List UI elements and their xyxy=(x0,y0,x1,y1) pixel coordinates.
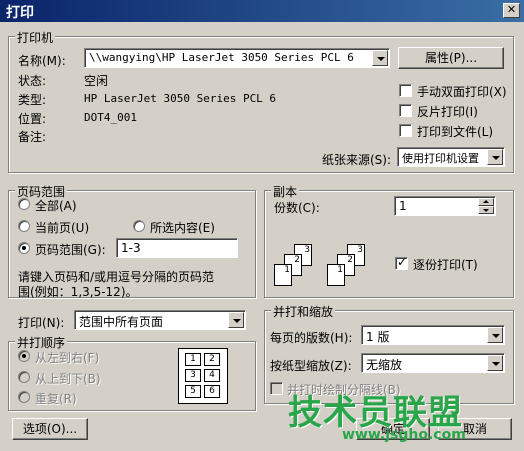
reverse-print-checkbox[interactable] xyxy=(399,104,412,117)
copies-count-input[interactable]: 1 xyxy=(394,196,496,216)
collate-page-1a: 1 xyxy=(274,264,292,286)
radio-top-to-bottom-label[interactable]: 从上到下(B) xyxy=(35,370,101,387)
copies-count-label: 份数(C): xyxy=(274,201,320,215)
status-value: 空闲 xyxy=(84,74,109,88)
chevron-down-icon[interactable] xyxy=(487,327,503,343)
type-value: HP LaserJet 3050 Series PCL 6 xyxy=(84,92,277,105)
radio-repeat-label[interactable]: 重复(R) xyxy=(35,390,77,407)
pages-input[interactable]: 1-3 xyxy=(116,238,238,258)
radio-left-to-right[interactable] xyxy=(18,350,30,362)
paper-source-value: 使用打印机设置 xyxy=(402,152,479,165)
preview-cell-6: 6 xyxy=(204,385,220,398)
print-what-label: 打印(N): xyxy=(18,316,65,330)
collate-checkbox[interactable] xyxy=(395,255,408,270)
location-label: 位置: xyxy=(18,112,47,126)
radio-current-page-label[interactable]: 当前页(U) xyxy=(35,219,89,236)
radio-repeat[interactable] xyxy=(18,391,30,403)
manual-duplex-checkbox[interactable] xyxy=(399,84,412,97)
pages-per-sheet-label: 每页的版数(H): xyxy=(270,331,353,345)
pages-input-value: 1-3 xyxy=(121,241,141,255)
printer-group-label: 打印机 xyxy=(15,29,56,46)
scale-value: 无缩放 xyxy=(366,358,403,372)
radio-top-to-bottom[interactable] xyxy=(18,371,30,383)
radio-left-to-right-label[interactable]: 从左到右(F) xyxy=(35,349,99,366)
scale-select[interactable]: 无缩放 xyxy=(361,353,505,373)
paper-source-label: 纸张来源(S): xyxy=(322,153,392,167)
spin-up-icon[interactable] xyxy=(478,198,494,206)
print-order-preview: 1 2 3 4 5 6 xyxy=(178,348,228,404)
radio-pages[interactable] xyxy=(18,242,30,254)
collate-page-1b: 1 xyxy=(327,264,345,286)
radio-all[interactable] xyxy=(18,198,30,210)
radio-all-label[interactable]: 全部(A) xyxy=(35,197,77,214)
reverse-print-label[interactable]: 反片打印(I) xyxy=(417,103,478,120)
chevron-down-icon[interactable] xyxy=(372,50,388,66)
watermark-url: www.jsgho.com xyxy=(342,427,466,443)
status-label: 状态: xyxy=(18,74,47,88)
pages-per-sheet-value: 1 版 xyxy=(366,330,390,344)
location-value: DOT4_001 xyxy=(84,111,137,124)
properties-button[interactable]: 属性(P)... xyxy=(398,47,504,69)
print-to-file-label[interactable]: 打印到文件(L) xyxy=(417,123,493,140)
chevron-down-icon[interactable] xyxy=(228,312,244,328)
window-title: 打印 xyxy=(6,5,34,21)
close-icon: ✕ xyxy=(506,3,517,16)
print-what-select[interactable]: 范围中所有页面 xyxy=(74,310,246,330)
preview-cell-2: 2 xyxy=(204,353,220,366)
manual-duplex-label[interactable]: 手动双面打印(X) xyxy=(417,83,507,100)
title-bar: 打印 ✕ xyxy=(0,0,524,22)
comment-label: 备注: xyxy=(18,130,47,144)
preview-cell-4: 4 xyxy=(204,369,220,382)
print-to-file-checkbox[interactable] xyxy=(399,124,412,137)
page-range-hint-line2: 围(例如：1,3,5-12)。 xyxy=(18,285,138,299)
printer-name-label: 名称(M): xyxy=(18,54,66,68)
collate-label[interactable]: 逐份打印(T) xyxy=(413,256,478,273)
print-what-value: 范围中所有页面 xyxy=(79,315,164,329)
spin-down-icon[interactable] xyxy=(478,206,494,214)
radio-selection[interactable] xyxy=(133,220,145,232)
printer-name-select[interactable]: \\wangying\HP LaserJet 3050 Series PCL 6 xyxy=(84,48,390,68)
pages-per-sheet-select[interactable]: 1 版 xyxy=(361,325,505,345)
preview-cell-5: 5 xyxy=(185,385,201,398)
radio-pages-label[interactable]: 页码范围(G): xyxy=(35,241,106,258)
draw-borders-checkbox[interactable] xyxy=(270,382,283,395)
zoom-group-label: 并打和缩放 xyxy=(271,303,336,320)
paper-source-select[interactable]: 使用打印机设置 xyxy=(397,147,505,167)
copies-group-label: 副本 xyxy=(271,183,300,200)
chevron-down-icon[interactable] xyxy=(487,355,503,371)
radio-selection-label[interactable]: 所选内容(E) xyxy=(150,219,215,236)
type-label: 类型: xyxy=(18,93,47,107)
preview-cell-3: 3 xyxy=(185,369,201,382)
copies-count-value: 1 xyxy=(399,199,407,213)
scale-label: 按纸型缩放(Z): xyxy=(270,359,352,373)
options-button[interactable]: 选项(O)... xyxy=(12,418,88,440)
printer-name-value: \\wangying\HP LaserJet 3050 Series PCL 6 xyxy=(89,51,354,64)
close-button[interactable]: ✕ xyxy=(503,3,520,18)
preview-cell-1: 1 xyxy=(185,353,201,366)
chevron-down-icon[interactable] xyxy=(487,149,503,165)
radio-current-page[interactable] xyxy=(18,220,30,232)
